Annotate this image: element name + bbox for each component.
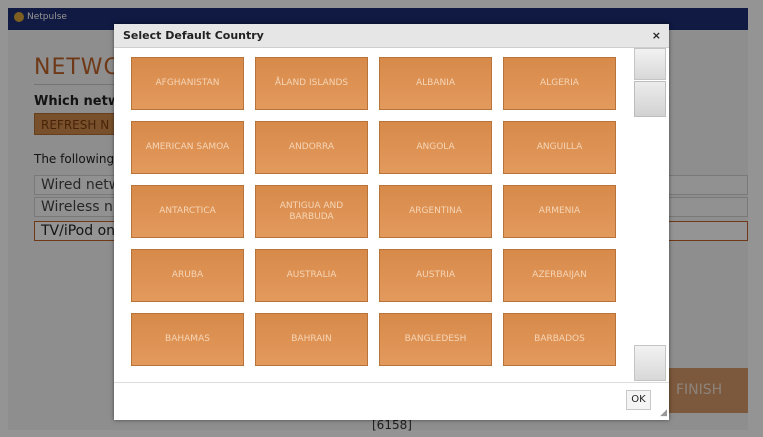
country-button[interactable]: ANGUILLA bbox=[503, 121, 616, 174]
country-button[interactable]: ALBANIA bbox=[379, 57, 492, 110]
dialog-title: Select Default Country bbox=[123, 29, 264, 42]
country-list-scrollbar[interactable] bbox=[634, 48, 667, 383]
close-icon[interactable]: × bbox=[652, 29, 661, 42]
country-grid: AFGHANISTAN ÅLAND ISLANDS ALBANIA ALGERIA AM… bbox=[114, 48, 632, 383]
scroll-thumb[interactable] bbox=[634, 81, 666, 117]
country-button[interactable]: BAHRAIN bbox=[255, 313, 368, 366]
select-country-dialog: Select Default Country × AFGHANISTAN ÅLAN… bbox=[114, 24, 669, 420]
country-button[interactable]: AZERBAIJAN bbox=[503, 249, 616, 302]
country-button[interactable]: BAHAMAS bbox=[131, 313, 244, 366]
country-button[interactable]: ARMENIA bbox=[503, 185, 616, 238]
country-button[interactable]: ARGENTINA bbox=[379, 185, 492, 238]
country-button[interactable]: AFGHANISTAN bbox=[131, 57, 244, 110]
scroll-up-button[interactable] bbox=[634, 48, 666, 80]
dialog-header: Select Default Country × bbox=[114, 24, 669, 48]
country-button[interactable]: AMERICAN SAMOA bbox=[131, 121, 244, 174]
ok-button[interactable]: OK bbox=[626, 390, 651, 410]
country-button[interactable]: AUSTRALIA bbox=[255, 249, 368, 302]
country-button[interactable]: ANDORRA bbox=[255, 121, 368, 174]
country-button[interactable]: ANGOLA bbox=[379, 121, 492, 174]
scroll-down-button[interactable] bbox=[634, 345, 666, 381]
country-button[interactable]: AUSTRIA bbox=[379, 249, 492, 302]
country-button[interactable]: ALGERIA bbox=[503, 57, 616, 110]
country-button[interactable]: ANTARCTICA bbox=[131, 185, 244, 238]
dialog-footer-divider bbox=[114, 382, 669, 383]
country-button[interactable]: ANTIGUA AND BARBUDA bbox=[255, 185, 368, 238]
country-button[interactable]: ARUBA bbox=[131, 249, 244, 302]
country-button[interactable]: ÅLAND ISLANDS bbox=[255, 57, 368, 110]
country-button[interactable]: BANGLEDESH bbox=[379, 313, 492, 366]
country-button[interactable]: BARBADOS bbox=[503, 313, 616, 366]
resize-grip-icon[interactable]: ◢ bbox=[660, 409, 667, 418]
